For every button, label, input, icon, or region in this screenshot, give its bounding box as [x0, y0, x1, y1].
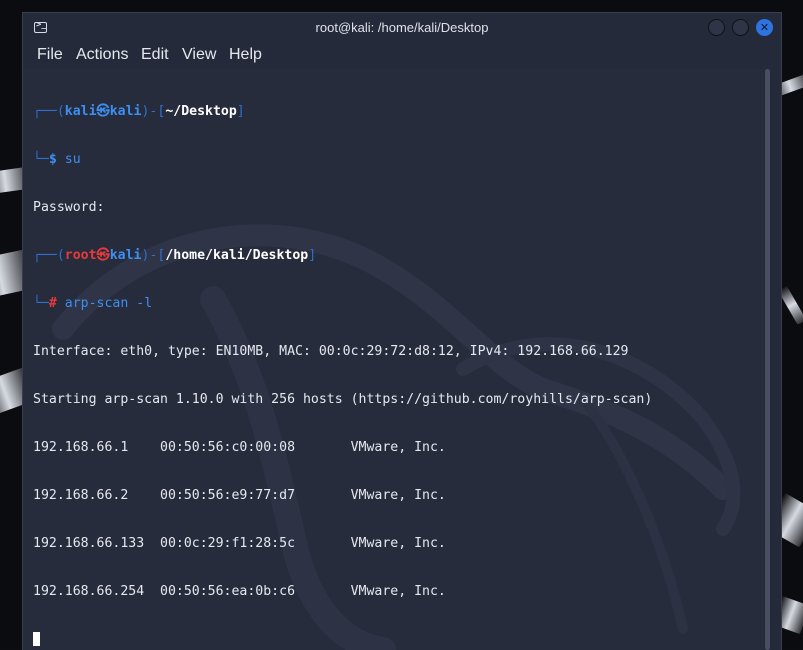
prompt-host: kali	[109, 104, 142, 119]
text-cursor	[33, 632, 40, 646]
prompt-separator: )-[	[141, 248, 166, 263]
close-icon: ✕	[759, 21, 770, 34]
prompt-corner: └─	[33, 152, 49, 167]
terminal-output-area[interactable]: ┌──(kali㉿kali)-[~/Desktop] └─$ su Passwo…	[23, 69, 763, 650]
menu-edit[interactable]: Edit	[141, 46, 169, 64]
menu-bar: File Actions Edit View Help	[23, 43, 781, 67]
maximize-button[interactable]	[732, 19, 749, 36]
title-bar[interactable]: >_ root@kali: /home/kali/Desktop ✕	[23, 13, 781, 43]
prompt-user: kali	[64, 104, 97, 119]
menu-help[interactable]: Help	[229, 46, 262, 64]
prompt-bracket-close: ]	[308, 248, 317, 263]
vertical-scrollbar[interactable]	[763, 69, 781, 650]
prompt-symbol: $	[48, 152, 57, 167]
output-line: 192.168.66.1 00:50:56:c0:00:08 VMware, I…	[33, 440, 446, 455]
prompt-user: root	[64, 248, 97, 263]
output-line: Interface: eth0, type: EN10MB, MAC: 00:0…	[33, 344, 629, 359]
prompt-line-bottom: └─# arp-scan -l	[33, 296, 652, 312]
menu-file[interactable]: File	[37, 46, 63, 64]
cursor-line	[33, 632, 652, 648]
output-line: Starting arp-scan 1.10.0 with 256 hosts …	[33, 392, 653, 407]
prompt-corner: ┌──(	[33, 248, 65, 263]
prompt-bracket-close: ]	[236, 104, 245, 119]
minimize-button[interactable]	[708, 19, 725, 36]
terminal-text: ┌──(kali㉿kali)-[~/Desktop] └─$ su Passwo…	[33, 72, 652, 650]
menu-view[interactable]: View	[182, 46, 216, 64]
output-line: 192.168.66.254 00:50:56:ea:0b:c6 VMware,…	[33, 584, 446, 599]
prompt-symbol: #	[48, 296, 57, 311]
command-text: arp-scan -l	[64, 296, 153, 311]
output-line: 192.168.66.2 00:50:56:e9:77:d7 VMware, I…	[33, 488, 446, 503]
output-line: 192.168.66.133 00:0c:29:f1:28:5c VMware,…	[33, 536, 446, 551]
window-title: root@kali: /home/kali/Desktop	[315, 20, 489, 35]
prompt-at-symbol: ㉿	[96, 104, 110, 119]
prompt-line-bottom: └─$ su	[33, 152, 652, 168]
prompt-corner: └─	[33, 296, 49, 311]
prompt-host: kali	[109, 248, 142, 263]
scrollbar-thumb[interactable]	[765, 69, 770, 650]
close-button[interactable]: ✕	[756, 19, 773, 36]
prompt-corner: ┌──(	[33, 104, 65, 119]
menu-actions[interactable]: Actions	[76, 46, 128, 64]
prompt-line-top: ┌──(kali㉿kali)-[~/Desktop]	[33, 104, 652, 120]
prompt-cwd: /home/kali/Desktop	[165, 248, 309, 263]
prompt-separator: )-[	[141, 104, 166, 119]
prompt-line-top: ┌──(root㉿kali)-[/home/kali/Desktop]	[33, 248, 652, 264]
command-text: su	[64, 152, 81, 167]
terminal-window: >_ root@kali: /home/kali/Desktop ✕ File …	[22, 12, 782, 650]
output-line: Password:	[33, 200, 105, 215]
prompt-cwd: ~/Desktop	[165, 104, 237, 119]
prompt-at-symbol: ㉿	[96, 248, 110, 263]
